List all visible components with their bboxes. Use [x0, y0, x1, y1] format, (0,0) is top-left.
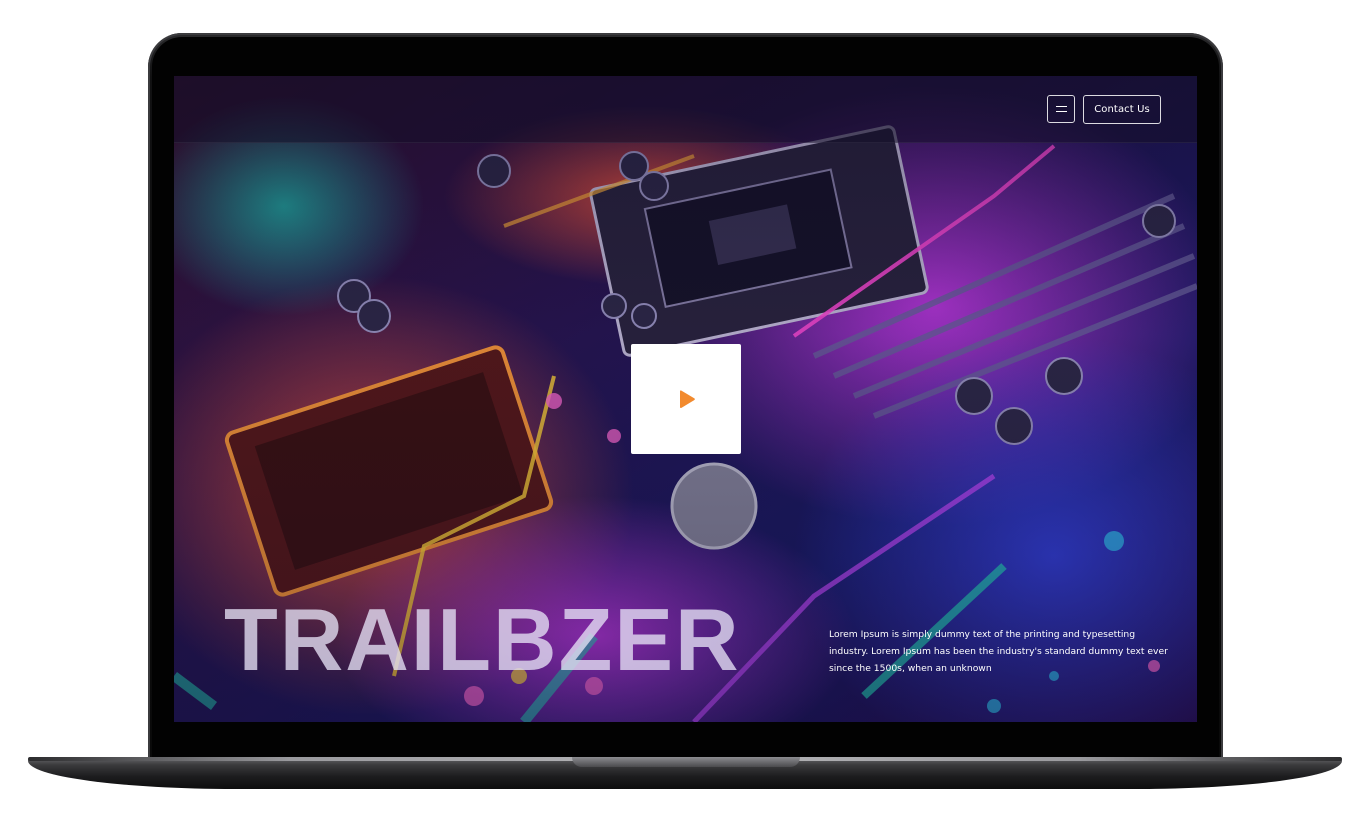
play-icon — [680, 390, 695, 409]
hero-title: TRAILBZER — [224, 590, 741, 689]
play-video-button[interactable] — [631, 344, 741, 454]
menu-button[interactable] — [1047, 95, 1075, 123]
laptop-hinge-notch — [572, 757, 800, 767]
hamburger-menu-icon — [1056, 106, 1067, 107]
laptop-base — [28, 757, 1342, 789]
laptop-mockup: Contact Us TRAILBZER Lorem Ipsum is simp… — [0, 0, 1355, 823]
site-header: Contact Us — [174, 76, 1197, 143]
contact-us-button[interactable]: Contact Us — [1083, 95, 1161, 124]
website-screen: Contact Us TRAILBZER Lorem Ipsum is simp… — [174, 76, 1197, 722]
hero-description: Lorem Ipsum is simply dummy text of the … — [829, 629, 1168, 674]
